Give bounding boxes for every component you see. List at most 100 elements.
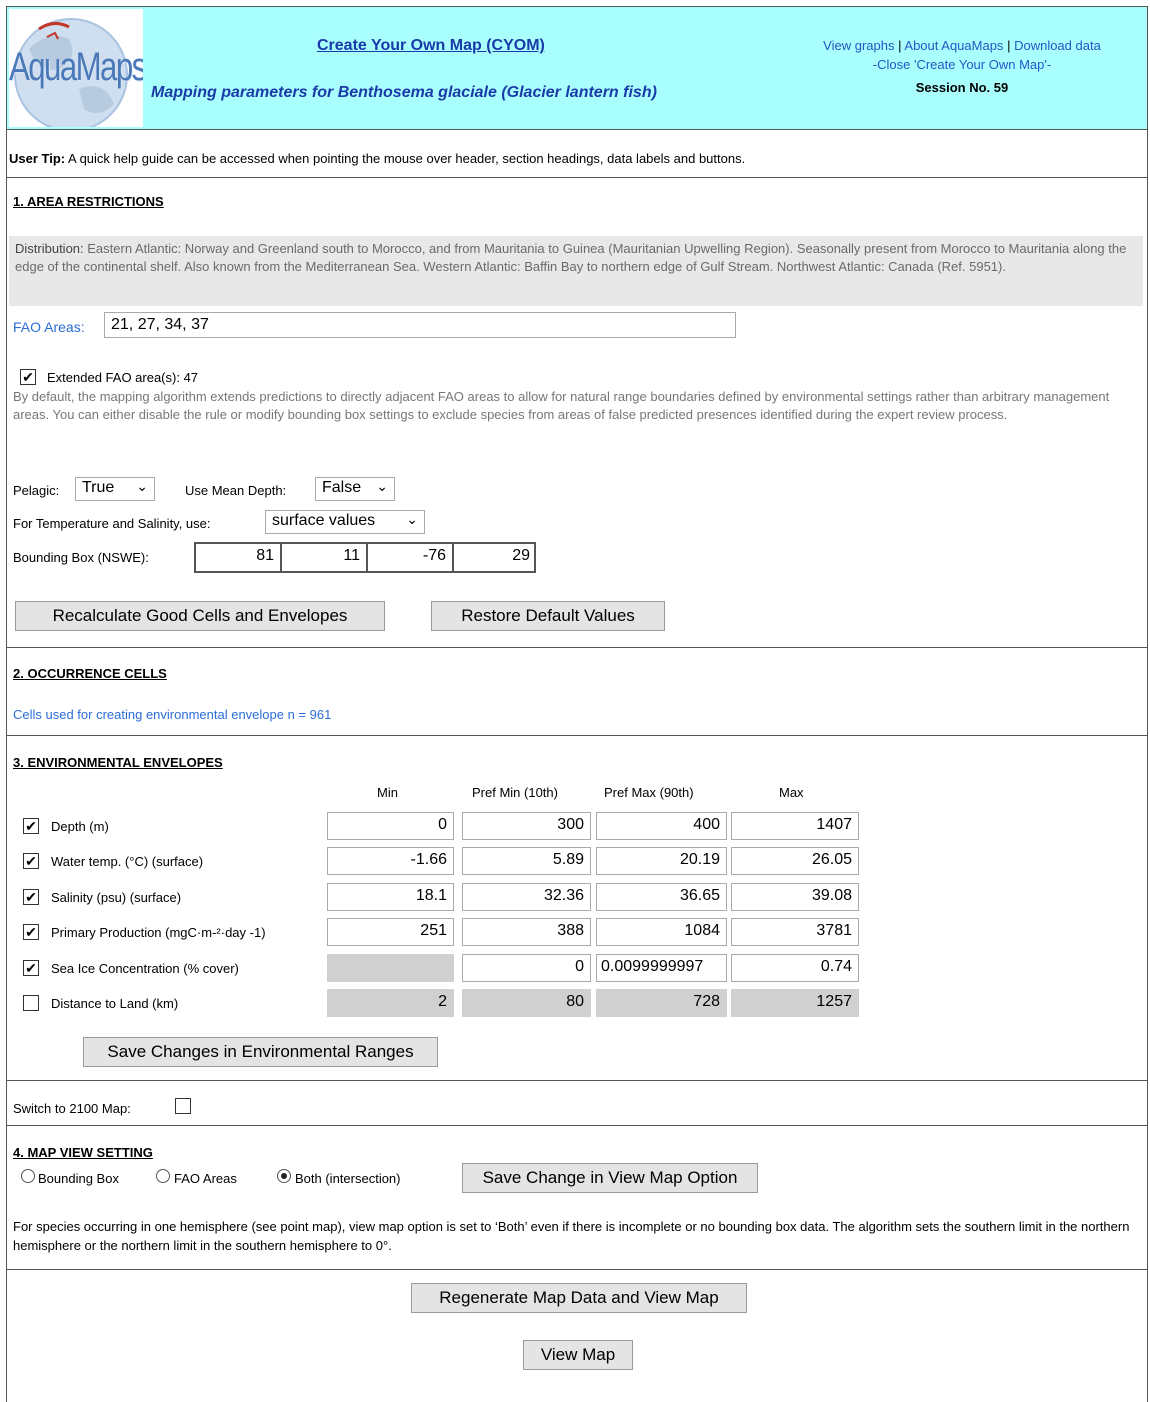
envelope-max-input: 1257	[731, 989, 859, 1017]
save-view-option-button[interactable]: Save Change in View Map Option	[462, 1163, 758, 1193]
occurrence-cells-link[interactable]: Cells used for creating environmental en…	[13, 707, 331, 722]
bounding-box-inputs: 81 11 -76 29	[194, 542, 536, 573]
bbox-north-input[interactable]: 81	[196, 544, 282, 571]
environmental-envelopes-heading[interactable]: 3. ENVIRONMENTAL ENVELOPES	[13, 755, 223, 770]
switch-2100-label: Switch to 2100 Map:	[13, 1101, 131, 1116]
col-pref-min-header: Pref Min (10th)	[472, 785, 558, 800]
radio-both[interactable]	[277, 1169, 291, 1183]
aquamaps-logo[interactable]: AquaMaps	[9, 9, 143, 127]
logo-text: AquaMaps	[9, 45, 143, 89]
mean-depth-select[interactable]: False ⌄	[315, 477, 395, 501]
bbox-south-input[interactable]: 11	[282, 544, 368, 571]
envelope-max-input[interactable]: 3781	[731, 918, 859, 947]
envelope-pmin-input[interactable]: 5.89	[462, 847, 591, 876]
extended-fao-checkbox[interactable]: ✔	[20, 369, 36, 385]
pelagic-label: Pelagic:	[13, 483, 60, 498]
switch-2100-checkbox[interactable]	[175, 1098, 191, 1114]
pelagic-select[interactable]: True ⌄	[75, 477, 155, 501]
occurrence-cells-heading[interactable]: 2. OCCURRENCE CELLS	[13, 666, 167, 681]
close-cyom-link[interactable]: -Close 'Create Your Own Map'-	[777, 57, 1147, 73]
session-number: Session No. 59	[915, 80, 1009, 95]
map-view-note: For species occurring in one hemisphere …	[13, 1219, 1130, 1253]
envelope-pmax-input[interactable]: 0.0099999997	[596, 953, 727, 982]
envelope-pmax-input[interactable]: 36.65	[596, 882, 727, 911]
view-map-button[interactable]: View Map	[523, 1340, 633, 1370]
col-max-header: Max	[779, 785, 804, 800]
envelope-max-input[interactable]: 26.05	[731, 847, 859, 876]
col-min-header: Min	[377, 785, 398, 800]
envelope-min-input[interactable]: -1.66	[327, 847, 454, 876]
radio-bounding-box-label: Bounding Box	[38, 1171, 119, 1186]
envelope-checkbox[interactable]	[23, 995, 39, 1011]
envelope-pmax-input[interactable]: 20.19	[596, 847, 727, 876]
radio-fao-areas-label: FAO Areas	[174, 1171, 237, 1186]
envelope-min-input	[327, 953, 454, 982]
envelope-checkbox[interactable]: ✔	[23, 888, 39, 905]
recalculate-button[interactable]: Recalculate Good Cells and Envelopes	[15, 601, 385, 631]
bbox-east-input[interactable]: 29	[454, 544, 536, 571]
envelope-max-input[interactable]: 0.74	[731, 953, 859, 982]
regenerate-map-button[interactable]: Regenerate Map Data and View Map	[411, 1283, 747, 1313]
envelope-label: Depth (m)	[51, 819, 109, 834]
envelope-max-input[interactable]: 1407	[731, 812, 859, 840]
envelope-pmin-input[interactable]: 0	[462, 953, 591, 982]
envelope-checkbox[interactable]: ✔	[23, 853, 39, 870]
restore-defaults-button[interactable]: Restore Default Values	[431, 601, 665, 631]
envelope-min-input[interactable]: 251	[327, 918, 454, 947]
bbox-west-input[interactable]: -76	[368, 544, 454, 571]
download-data-link[interactable]: Download data	[1014, 38, 1101, 53]
chevron-down-icon: ⌄	[406, 511, 418, 527]
envelope-min-input[interactable]: 18.1	[327, 882, 454, 911]
temp-salinity-label: For Temperature and Salinity, use:	[13, 516, 211, 531]
envelope-label: Primary Production (mgC·m-²·day -1)	[51, 925, 266, 941]
mean-depth-label: Use Mean Depth:	[185, 483, 287, 498]
envelope-min-input[interactable]: 0	[327, 812, 454, 840]
user-tip-label: User Tip:	[9, 151, 66, 166]
link-separator: |	[898, 38, 902, 53]
envelope-pmax-input: 728	[596, 989, 727, 1017]
divider	[7, 1125, 1147, 1126]
fao-areas-input[interactable]	[104, 312, 736, 338]
envelope-pmin-input[interactable]: 32.36	[462, 882, 591, 911]
envelope-label: Salinity (psu) (surface)	[51, 889, 182, 905]
header: AquaMaps Create Your Own Map (CYOM) Mapp…	[7, 7, 1147, 130]
envelope-max-input[interactable]: 39.08	[731, 882, 859, 911]
about-link[interactable]: About AquaMaps	[904, 38, 1003, 53]
divider	[7, 177, 1147, 178]
temp-salinity-select[interactable]: surface values ⌄	[265, 510, 425, 534]
view-graphs-link[interactable]: View graphs	[823, 38, 894, 53]
page-frame: AquaMaps Create Your Own Map (CYOM) Mapp…	[6, 6, 1148, 1402]
col-pref-max-header: Pref Max (90th)	[604, 785, 694, 800]
mean-depth-value: False	[322, 479, 362, 496]
envelope-checkbox[interactable]: ✔	[23, 959, 39, 976]
envelope-pmax-input[interactable]: 400	[596, 812, 727, 840]
envelope-pmin-input[interactable]: 388	[462, 918, 591, 947]
fao-areas-label: FAO Areas:	[13, 319, 85, 335]
extended-fao-label: Extended FAO area(s): 47	[47, 370, 199, 385]
radio-bounding-box[interactable]	[21, 1169, 35, 1183]
map-view-heading[interactable]: 4. MAP VIEW SETTING	[13, 1145, 153, 1160]
radio-fao-areas[interactable]	[156, 1169, 170, 1183]
envelope-pmax-input[interactable]: 1084	[596, 918, 727, 947]
pelagic-value: True	[82, 479, 115, 496]
save-env-ranges-button[interactable]: Save Changes in Environmental Ranges	[83, 1037, 438, 1067]
mapping-title: Mapping parameters for Benthosema glacia…	[151, 84, 657, 101]
envelope-checkbox[interactable]: ✔	[23, 924, 39, 941]
envelope-checkbox[interactable]: ✔	[23, 818, 39, 834]
envelope-label: Water temp. (°C) (surface)	[51, 854, 204, 870]
divider	[7, 647, 1147, 648]
top-links: View graphs | About AquaMaps | Download …	[777, 35, 1147, 103]
distribution-label: Distribution:	[15, 241, 84, 256]
divider	[7, 1269, 1147, 1270]
envelope-pmin-input: 80	[462, 989, 591, 1017]
area-restrictions-heading[interactable]: 1. AREA RESTRICTIONS	[13, 194, 164, 209]
chevron-down-icon: ⌄	[376, 478, 388, 494]
envelope-pmin-input[interactable]: 300	[462, 812, 591, 840]
temp-salinity-value: surface values	[272, 512, 376, 529]
envelope-label: Distance to Land (km)	[51, 996, 179, 1011]
cyom-title-link[interactable]: Create Your Own Map (CYOM)	[317, 37, 545, 55]
envelope-label: Sea Ice Concentration (% cover)	[51, 960, 239, 976]
distribution-box: Distribution: Eastern Atlantic: Norway a…	[9, 236, 1143, 306]
user-tip-text: A quick help guide can be accessed when …	[65, 151, 746, 166]
chevron-down-icon: ⌄	[136, 478, 148, 494]
